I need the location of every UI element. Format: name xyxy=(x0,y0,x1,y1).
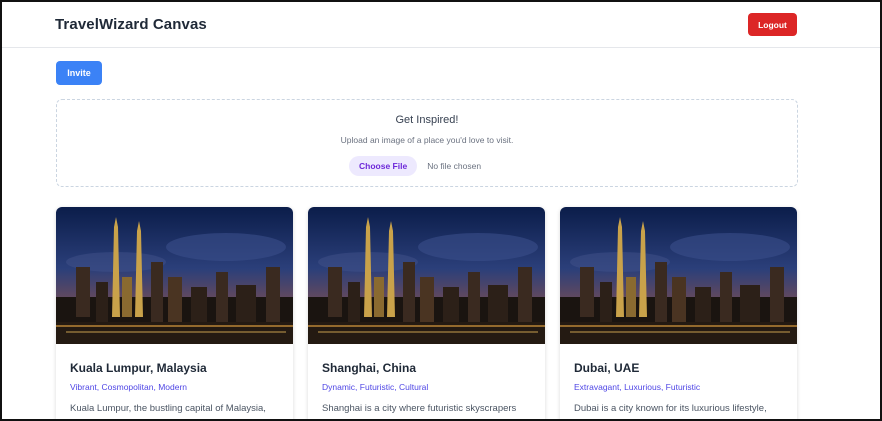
destination-card[interactable]: Kuala Lumpur, Malaysia Vibrant, Cosmopol… xyxy=(56,207,293,419)
invite-button[interactable]: Invite xyxy=(56,61,102,85)
city-skyline-image xyxy=(560,207,797,344)
card-title: Dubai, UAE xyxy=(574,361,640,375)
card-tags: Extravagant, Luxurious, Futuristic xyxy=(574,382,701,392)
card-tags: Vibrant, Cosmopolitan, Modern xyxy=(70,382,188,392)
city-skyline-image xyxy=(308,207,545,344)
card-description: Shanghai is a city where futuristic skys… xyxy=(322,403,517,414)
card-tags: Dynamic, Futuristic, Cultural xyxy=(322,382,429,392)
file-input[interactable]: Choose File No file chosen xyxy=(349,156,481,176)
upload-subtitle: Upload an image of a place you'd love to… xyxy=(340,135,514,145)
card-description: Dubai is a city known for its luxurious … xyxy=(574,403,767,414)
file-status: No file chosen xyxy=(427,161,482,171)
header-bar: TravelWizard Canvas Logout xyxy=(2,2,880,48)
card-title: Kuala Lumpur, Malaysia xyxy=(70,361,207,375)
card-title: Shanghai, China xyxy=(322,361,417,375)
card-description: Kuala Lumpur, the bustling capital of Ma… xyxy=(70,403,266,414)
city-skyline-image xyxy=(56,207,293,344)
upload-title: Get Inspired! xyxy=(395,114,459,126)
upload-dropzone[interactable]: Get Inspired! Upload an image of a place… xyxy=(56,99,798,187)
logout-button[interactable]: Logout xyxy=(748,13,797,36)
destination-card[interactable]: Shanghai, China Dynamic, Futuristic, Cul… xyxy=(308,207,545,419)
choose-file-button[interactable]: Choose File xyxy=(349,156,418,176)
app-title: TravelWizard Canvas xyxy=(55,16,207,33)
app-window: TravelWizard Canvas Logout Invite Get In… xyxy=(0,0,882,421)
destination-card[interactable]: Dubai, UAE Extravagant, Luxurious, Futur… xyxy=(560,207,797,419)
